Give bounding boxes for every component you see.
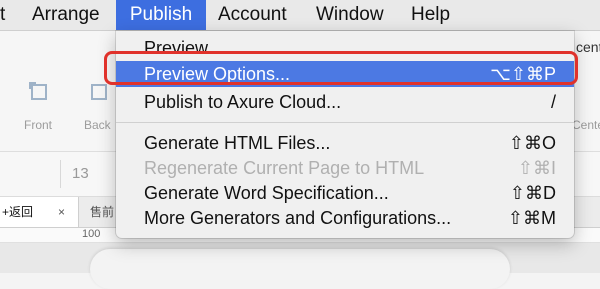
ruler-mark: 100 (82, 228, 101, 240)
menu-item-regenerate-page: Regenerate Current Page to HTML ⇧⌘I (116, 155, 574, 181)
back-label: Back (84, 118, 111, 132)
front-label: Front (24, 118, 53, 132)
center-label-fragment: Cente (572, 118, 600, 132)
tab-close-icon[interactable]: × (58, 197, 65, 227)
menu-item-shortcut: ⇧⌘O (508, 133, 556, 153)
divider (60, 160, 61, 188)
menu-item-label: Publish to Axure Cloud... (144, 92, 342, 112)
menu-item-label: Regenerate Current Page to HTML (144, 158, 425, 178)
tab-second[interactable]: 售前 (90, 197, 114, 227)
menu-arrange[interactable]: Arrange (32, 0, 100, 30)
menu-bar: t Arrange Publish Account Window Help (0, 0, 600, 31)
menu-item-shortcut: ⇧⌘D (509, 183, 556, 203)
highlight-annotation (104, 51, 578, 85)
center-fragment: cent (576, 39, 600, 55)
menu-item-publish-axure-cloud[interactable]: Publish to Axure Cloud... / (116, 89, 574, 115)
bring-front-icon[interactable] (26, 79, 50, 109)
menu-item-shortcut: ⇧⌘M (507, 208, 556, 228)
menu-item-shortcut: ⇧⌘I (517, 158, 556, 178)
menu-item-generate-html[interactable]: Generate HTML Files... ⇧⌘O (116, 130, 574, 156)
menu-item-label: Generate Word Specification... (144, 183, 389, 203)
tab-current[interactable]: +返回 × (0, 197, 79, 227)
font-size-field[interactable]: 13 (72, 165, 89, 182)
menu-window[interactable]: Window (316, 0, 384, 30)
menu-item-label: Generate HTML Files... (144, 133, 331, 153)
canvas[interactable] (0, 243, 600, 289)
menu-item-generate-word[interactable]: Generate Word Specification... ⇧⌘D (116, 180, 574, 206)
menu-item-more-generators[interactable]: More Generators and Configurations... ⇧⌘… (116, 205, 574, 231)
menu-item-shortcut: / (550, 92, 556, 112)
menu-edit-fragment[interactable]: t (0, 0, 22, 30)
menu-item-label: More Generators and Configurations... (144, 208, 452, 228)
tab-label: +返回 (2, 205, 34, 219)
menu-account[interactable]: Account (218, 0, 287, 30)
canvas-panel (90, 249, 510, 289)
menu-help[interactable]: Help (411, 0, 450, 30)
menu-publish[interactable]: Publish (116, 0, 206, 30)
menu-separator (116, 122, 574, 123)
